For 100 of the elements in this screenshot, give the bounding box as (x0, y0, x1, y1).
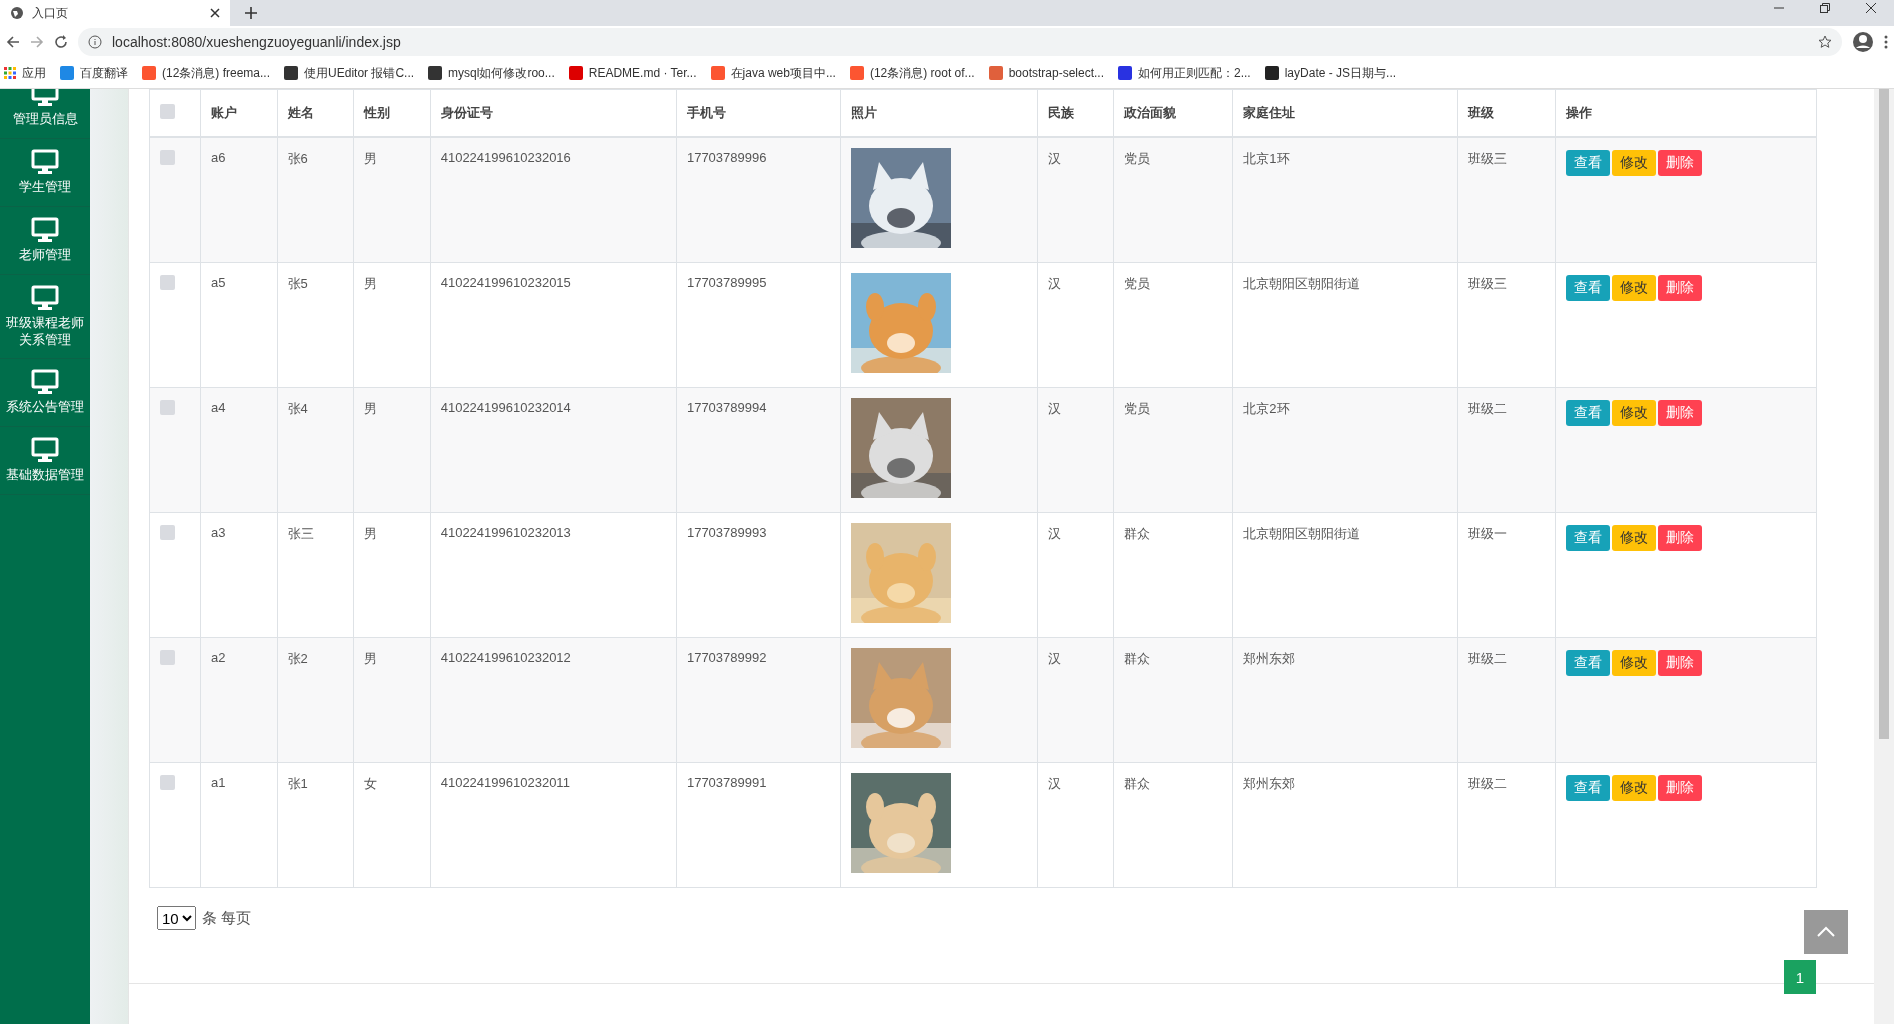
table-cell: 男 (353, 512, 431, 638)
table-cell: 410224199610232013 (430, 512, 677, 638)
table-cell: 北京朝阳区朝阳街道 (1232, 262, 1458, 388)
table-cell: 男 (353, 262, 431, 388)
bookmark[interactable]: (12条消息) root of... (849, 64, 975, 82)
table-cell: a2 (200, 637, 278, 763)
table-cell: 张6 (277, 137, 354, 263)
site-icon (1264, 66, 1279, 80)
site-icon (142, 66, 156, 80)
bookmark[interactable]: README.md · Ter... (568, 66, 697, 80)
table-cell: 17703789992 (676, 637, 841, 763)
table-cell: 党员 (1113, 262, 1233, 388)
table-cell: 汉 (1037, 637, 1114, 763)
bookmark[interactable]: 在java web项目中... (710, 64, 836, 82)
table-cell: 17703789996 (676, 137, 841, 263)
table-cell: 郑州东郊 (1232, 637, 1458, 763)
checkbox[interactable] (160, 775, 175, 790)
table-cell: 党员 (1113, 387, 1233, 513)
site-icon (568, 66, 583, 80)
bookmark[interactable]: 如何用正则匹配：2... (1118, 64, 1251, 82)
reload-icon[interactable] (54, 35, 68, 49)
table-cell: 张4 (277, 387, 354, 513)
new-tab-icon[interactable] (244, 6, 258, 20)
monitor-icon (31, 437, 59, 464)
edit-button[interactable]: 修改 (1612, 650, 1656, 676)
table-cell: 党员 (1113, 137, 1233, 263)
table-cell: 张三 (277, 512, 354, 638)
site-icon (1118, 66, 1132, 80)
site-icon (988, 66, 1003, 80)
checkbox[interactable] (160, 104, 175, 119)
table-cell: 410224199610232015 (430, 262, 677, 388)
browser-tab[interactable]: 入口页 (0, 0, 230, 26)
table-cell: 女 (353, 762, 431, 888)
table-cell: 汉 (1037, 262, 1114, 388)
table-cell: 17703789995 (676, 262, 841, 388)
site-icon (710, 66, 725, 80)
table-cell: 410224199610232012 (430, 637, 677, 763)
monitor-icon (31, 148, 59, 175)
table-cell: 班级三 (1457, 262, 1556, 388)
forward-icon[interactable] (30, 35, 44, 49)
table-cell: 班级一 (1457, 512, 1556, 638)
bookmark[interactable]: 百度翻译 (60, 64, 128, 82)
checkbox[interactable] (160, 650, 175, 665)
edit-button[interactable]: 修改 (1612, 775, 1656, 801)
checkbox[interactable] (160, 400, 175, 415)
table-cell: 汉 (1037, 762, 1114, 888)
table-cell: 郑州东郊 (1232, 762, 1458, 888)
table-cell: 北京朝阳区朝阳街道 (1232, 512, 1458, 638)
table-cell: 汉 (1037, 387, 1114, 513)
edit-button[interactable]: 修改 (1612, 400, 1656, 426)
page-badge: 1 (1784, 960, 1816, 994)
edit-button[interactable]: 修改 (1612, 275, 1656, 301)
edit-button[interactable]: 修改 (1612, 525, 1656, 551)
site-icon (849, 66, 864, 80)
monitor-icon (31, 216, 59, 243)
checkbox[interactable] (160, 525, 175, 540)
table-cell: 410224199610232011 (430, 762, 677, 888)
apps-icon (4, 67, 16, 79)
table-cell: 群众 (1113, 762, 1233, 888)
table-cell: 410224199610232014 (430, 387, 677, 513)
table-cell: 张1 (277, 762, 354, 888)
table-cell: 班级二 (1457, 762, 1556, 888)
back-icon[interactable] (6, 35, 20, 49)
table-cell: 17703789993 (676, 512, 841, 638)
table-cell: 北京2环 (1232, 387, 1458, 513)
page-size-select[interactable]: 10 (157, 906, 196, 930)
table-cell: 张2 (277, 637, 354, 763)
star-icon[interactable] (1818, 35, 1832, 49)
bookmark[interactable]: mysql如何修改roo... (428, 64, 555, 82)
account-icon[interactable] (1852, 31, 1874, 53)
menu-icon[interactable] (1884, 35, 1888, 49)
table-cell: 群众 (1113, 637, 1233, 763)
table-cell: a3 (200, 512, 278, 638)
monitor-icon (31, 369, 59, 396)
table-cell: 汉 (1037, 512, 1114, 638)
table-cell: 男 (353, 387, 431, 513)
table-cell: 班级二 (1457, 387, 1556, 513)
site-icon (428, 66, 443, 80)
close-icon[interactable] (210, 8, 220, 18)
edit-button[interactable]: 修改 (1612, 150, 1656, 176)
address-bar[interactable]: localhost:8080/xueshengzuoyeguanli/index.jsp (78, 28, 1842, 56)
table-cell: 班级三 (1457, 137, 1556, 263)
bookmark[interactable]: 应用 (4, 64, 46, 82)
table-cell: 男 (353, 637, 431, 763)
bookmark[interactable]: layDate - JS日期与... (1264, 64, 1397, 82)
bookmark[interactable]: 使用UEditor 报错C... (284, 64, 415, 82)
back-to-top-button[interactable] (1804, 910, 1848, 954)
checkbox[interactable] (160, 150, 175, 165)
scrollbar[interactable] (1874, 89, 1894, 1024)
close-icon[interactable] (1866, 3, 1876, 13)
bookmark[interactable]: (12条消息) freema... (142, 64, 271, 82)
table-cell: 汉 (1037, 137, 1114, 263)
table-cell: 17703789994 (676, 387, 841, 513)
bookmark[interactable]: bootstrap-select... (988, 66, 1104, 80)
restore-icon[interactable] (1820, 3, 1830, 13)
site-icon (284, 66, 299, 80)
checkbox[interactable] (160, 275, 175, 290)
globe-icon (10, 6, 24, 20)
table-cell: a5 (200, 262, 278, 388)
table-cell: 班级二 (1457, 637, 1556, 763)
